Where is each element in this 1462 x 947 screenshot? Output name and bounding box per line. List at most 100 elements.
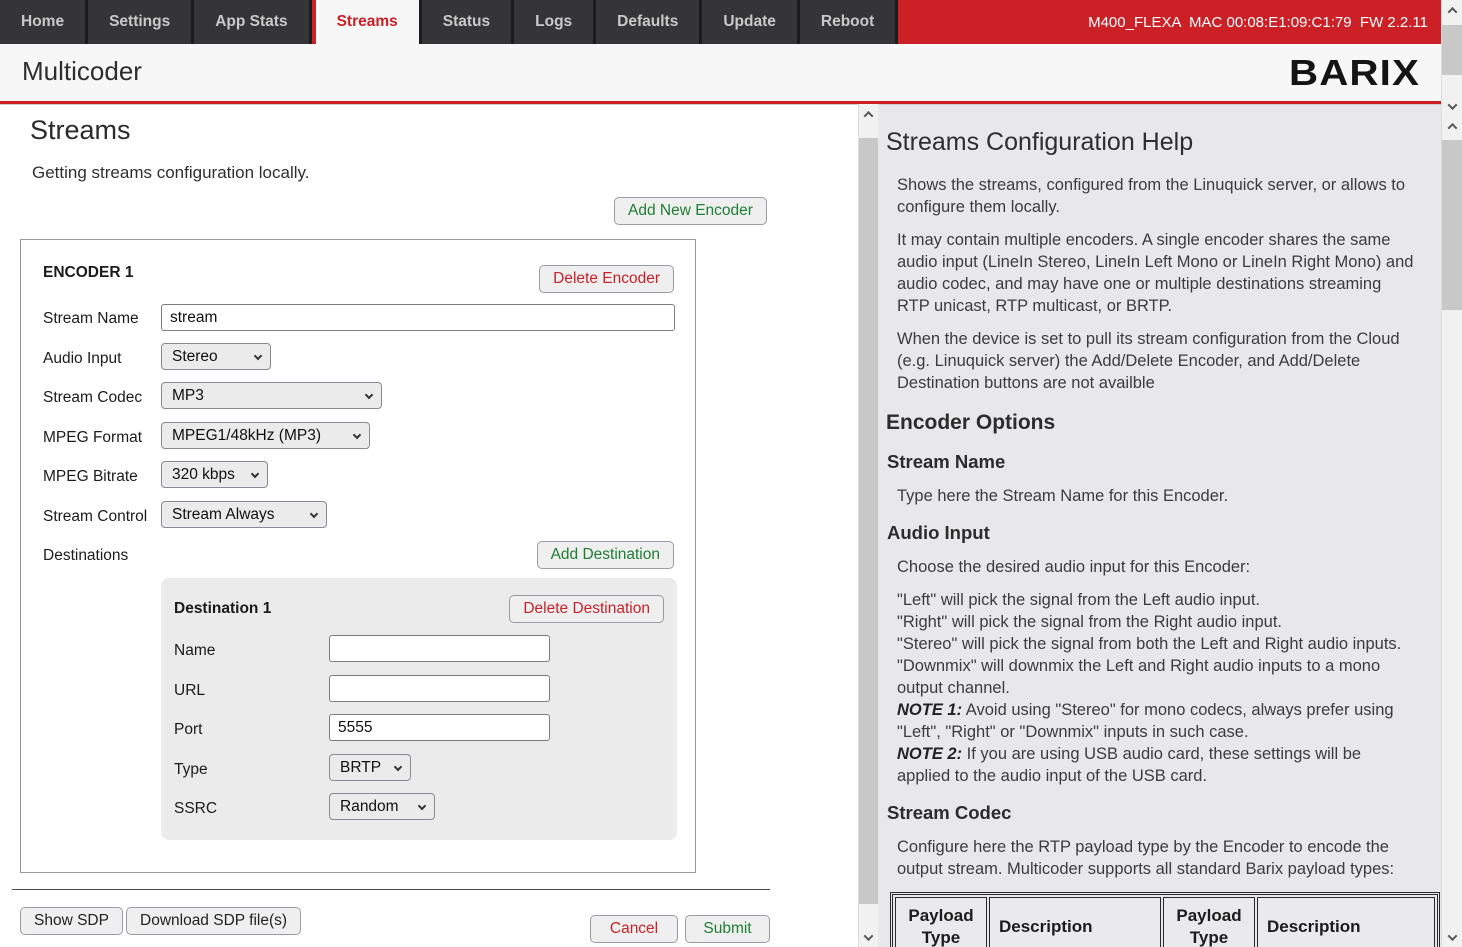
stream-codec-select[interactable]: MP3 <box>161 382 382 409</box>
stream-codec-label: Stream Codec <box>43 389 142 407</box>
chevron-down-icon <box>353 431 361 439</box>
table-header-cell: Payload Type <box>895 897 987 947</box>
help-note-2: NOTE 2: If you are using USB audio card,… <box>897 743 1417 787</box>
destination-type-value: BRTP <box>340 759 381 777</box>
encoder-panel: ENCODER 1 Delete Encoder Stream Name Aud… <box>20 239 696 873</box>
help-note-1: NOTE 1: Avoid using "Stereo" for mono co… <box>897 699 1417 743</box>
destination-url-label: URL <box>174 682 205 700</box>
help-paragraph: Configure here the RTP payload type by t… <box>897 836 1417 880</box>
stream-name-label: Stream Name <box>43 310 139 328</box>
stream-control-select[interactable]: Stream Always <box>161 501 327 528</box>
help-line: "Left" will pick the signal from the Lef… <box>897 589 1417 611</box>
scroll-up-icon[interactable] <box>1442 2 1462 18</box>
destination-ssrc-select[interactable]: Random <box>329 793 435 820</box>
help-title: Streams Configuration Help <box>886 127 1419 157</box>
audio-input-select[interactable]: Stereo <box>161 343 271 370</box>
destination-ssrc-label: SSRC <box>174 800 217 818</box>
audio-input-label: Audio Input <box>43 350 121 368</box>
encoder-options-heading: Encoder Options <box>886 410 1419 436</box>
chevron-down-icon <box>254 352 262 360</box>
scrollbar-thumb[interactable] <box>1442 25 1462 75</box>
encoder-title: ENCODER 1 <box>43 264 133 282</box>
audio-input-value: Stereo <box>172 348 218 366</box>
table-header-row: Payload Type Description Payload Type De… <box>895 897 1435 947</box>
destination-port-label: Port <box>174 721 202 739</box>
help-paragraph: It may contain multiple encoders. A sing… <box>897 229 1417 317</box>
destination-title: Destination 1 <box>174 600 271 618</box>
audio-input-help-lines: "Left" will pick the signal from the Lef… <box>897 589 1417 787</box>
table-header-cell: Description <box>1257 897 1435 947</box>
scroll-down-icon[interactable] <box>1442 98 1462 114</box>
show-sdp-button[interactable]: Show SDP <box>20 907 123 935</box>
delete-destination-button[interactable]: Delete Destination <box>509 595 664 623</box>
mpeg-bitrate-value: 320 kbps <box>172 466 235 484</box>
destination-name-label: Name <box>174 642 215 660</box>
scroll-down-icon[interactable] <box>1442 929 1462 945</box>
add-new-encoder-button[interactable]: Add New Encoder <box>614 197 767 225</box>
footer-divider <box>12 889 770 890</box>
scrollbar-thumb[interactable] <box>1442 140 1462 310</box>
cancel-button[interactable]: Cancel <box>590 915 678 943</box>
stream-codec-value: MP3 <box>172 387 204 405</box>
top-nav: Home Settings App Stats Streams Status L… <box>0 0 1441 44</box>
stream-control-label: Stream Control <box>43 508 147 526</box>
device-info-bar: M400_FLEXA MAC 00:08:E1:09:C1:79 FW 2.2.… <box>898 0 1441 44</box>
streams-subtitle: Getting streams configuration locally. <box>32 163 309 183</box>
stream-control-value: Stream Always <box>172 506 275 524</box>
destination-ssrc-value: Random <box>340 798 399 816</box>
page-header: Multicoder BARIX <box>0 44 1441 104</box>
mpeg-format-value: MPEG1/48kHz (MP3) <box>172 427 321 445</box>
nav-tab-streams[interactable]: Streams <box>312 0 419 44</box>
destination-type-select[interactable]: BRTP <box>329 754 411 781</box>
mpeg-format-label: MPEG Format <box>43 429 142 447</box>
mpeg-bitrate-label: MPEG Bitrate <box>43 468 138 486</box>
device-info-text: M400_FLEXA MAC 00:08:E1:09:C1:79 FW 2.2.… <box>1088 14 1428 31</box>
nav-tab-logs[interactable]: Logs <box>514 0 593 44</box>
destination-port-input[interactable] <box>329 714 550 741</box>
audio-input-help-heading: Audio Input <box>887 521 1419 545</box>
right-scrollbar[interactable] <box>1441 0 1462 947</box>
payload-type-table: Payload Type Description Payload Type De… <box>890 892 1440 947</box>
help-paragraph: Shows the streams, configured from the L… <box>897 174 1417 218</box>
help-paragraph: Type here the Stream Name for this Encod… <box>897 485 1417 507</box>
help-panel: Streams Configuration Help Shows the str… <box>878 104 1441 947</box>
mpeg-bitrate-select[interactable]: 320 kbps <box>161 461 268 488</box>
scroll-up-icon[interactable] <box>1442 118 1462 134</box>
nav-tab-status[interactable]: Status <box>422 0 511 44</box>
scroll-down-icon[interactable] <box>859 929 878 945</box>
streams-heading: Streams <box>30 115 131 146</box>
stream-name-help-heading: Stream Name <box>887 450 1419 474</box>
download-sdp-button[interactable]: Download SDP file(s) <box>126 907 301 935</box>
destination-panel: Destination 1 Delete Destination Name UR… <box>161 578 677 840</box>
nav-tab-app-stats[interactable]: App Stats <box>194 0 308 44</box>
destinations-label: Destinations <box>43 547 128 565</box>
destination-type-label: Type <box>174 761 208 779</box>
table-header-cell: Description <box>989 897 1161 947</box>
add-destination-button[interactable]: Add Destination <box>537 541 674 569</box>
mpeg-format-select[interactable]: MPEG1/48kHz (MP3) <box>161 422 370 449</box>
stream-codec-help-heading: Stream Codec <box>887 801 1419 825</box>
scrollbar-thumb[interactable] <box>859 138 878 904</box>
scroll-up-icon[interactable] <box>859 106 878 122</box>
nav-tab-update[interactable]: Update <box>702 0 797 44</box>
help-paragraph: Choose the desired audio input for this … <box>897 556 1417 578</box>
nav-tab-settings[interactable]: Settings <box>88 0 191 44</box>
submit-button[interactable]: Submit <box>685 915 770 943</box>
nav-tab-defaults[interactable]: Defaults <box>596 0 699 44</box>
page-title: Multicoder <box>22 56 142 87</box>
help-line: "Right" will pick the signal from the Ri… <box>897 611 1417 633</box>
chevron-down-icon <box>418 802 426 810</box>
app-window: Home Settings App Stats Streams Status L… <box>0 0 1462 947</box>
barix-logo: BARIX <box>1289 52 1420 94</box>
help-line: "Stereo" will pick the signal from both … <box>897 633 1417 655</box>
delete-encoder-button[interactable]: Delete Encoder <box>539 265 674 293</box>
destination-name-input[interactable] <box>329 635 550 662</box>
main-panel: Streams Getting streams configuration lo… <box>0 104 858 947</box>
destination-url-input[interactable] <box>329 675 550 702</box>
stream-name-input[interactable] <box>161 304 675 331</box>
main-scrollbar[interactable] <box>858 104 878 947</box>
help-line: "Downmix" will downmix the Left and Righ… <box>897 655 1417 699</box>
nav-tab-reboot[interactable]: Reboot <box>800 0 895 44</box>
nav-tab-home[interactable]: Home <box>0 0 85 44</box>
chevron-down-icon <box>310 510 318 518</box>
